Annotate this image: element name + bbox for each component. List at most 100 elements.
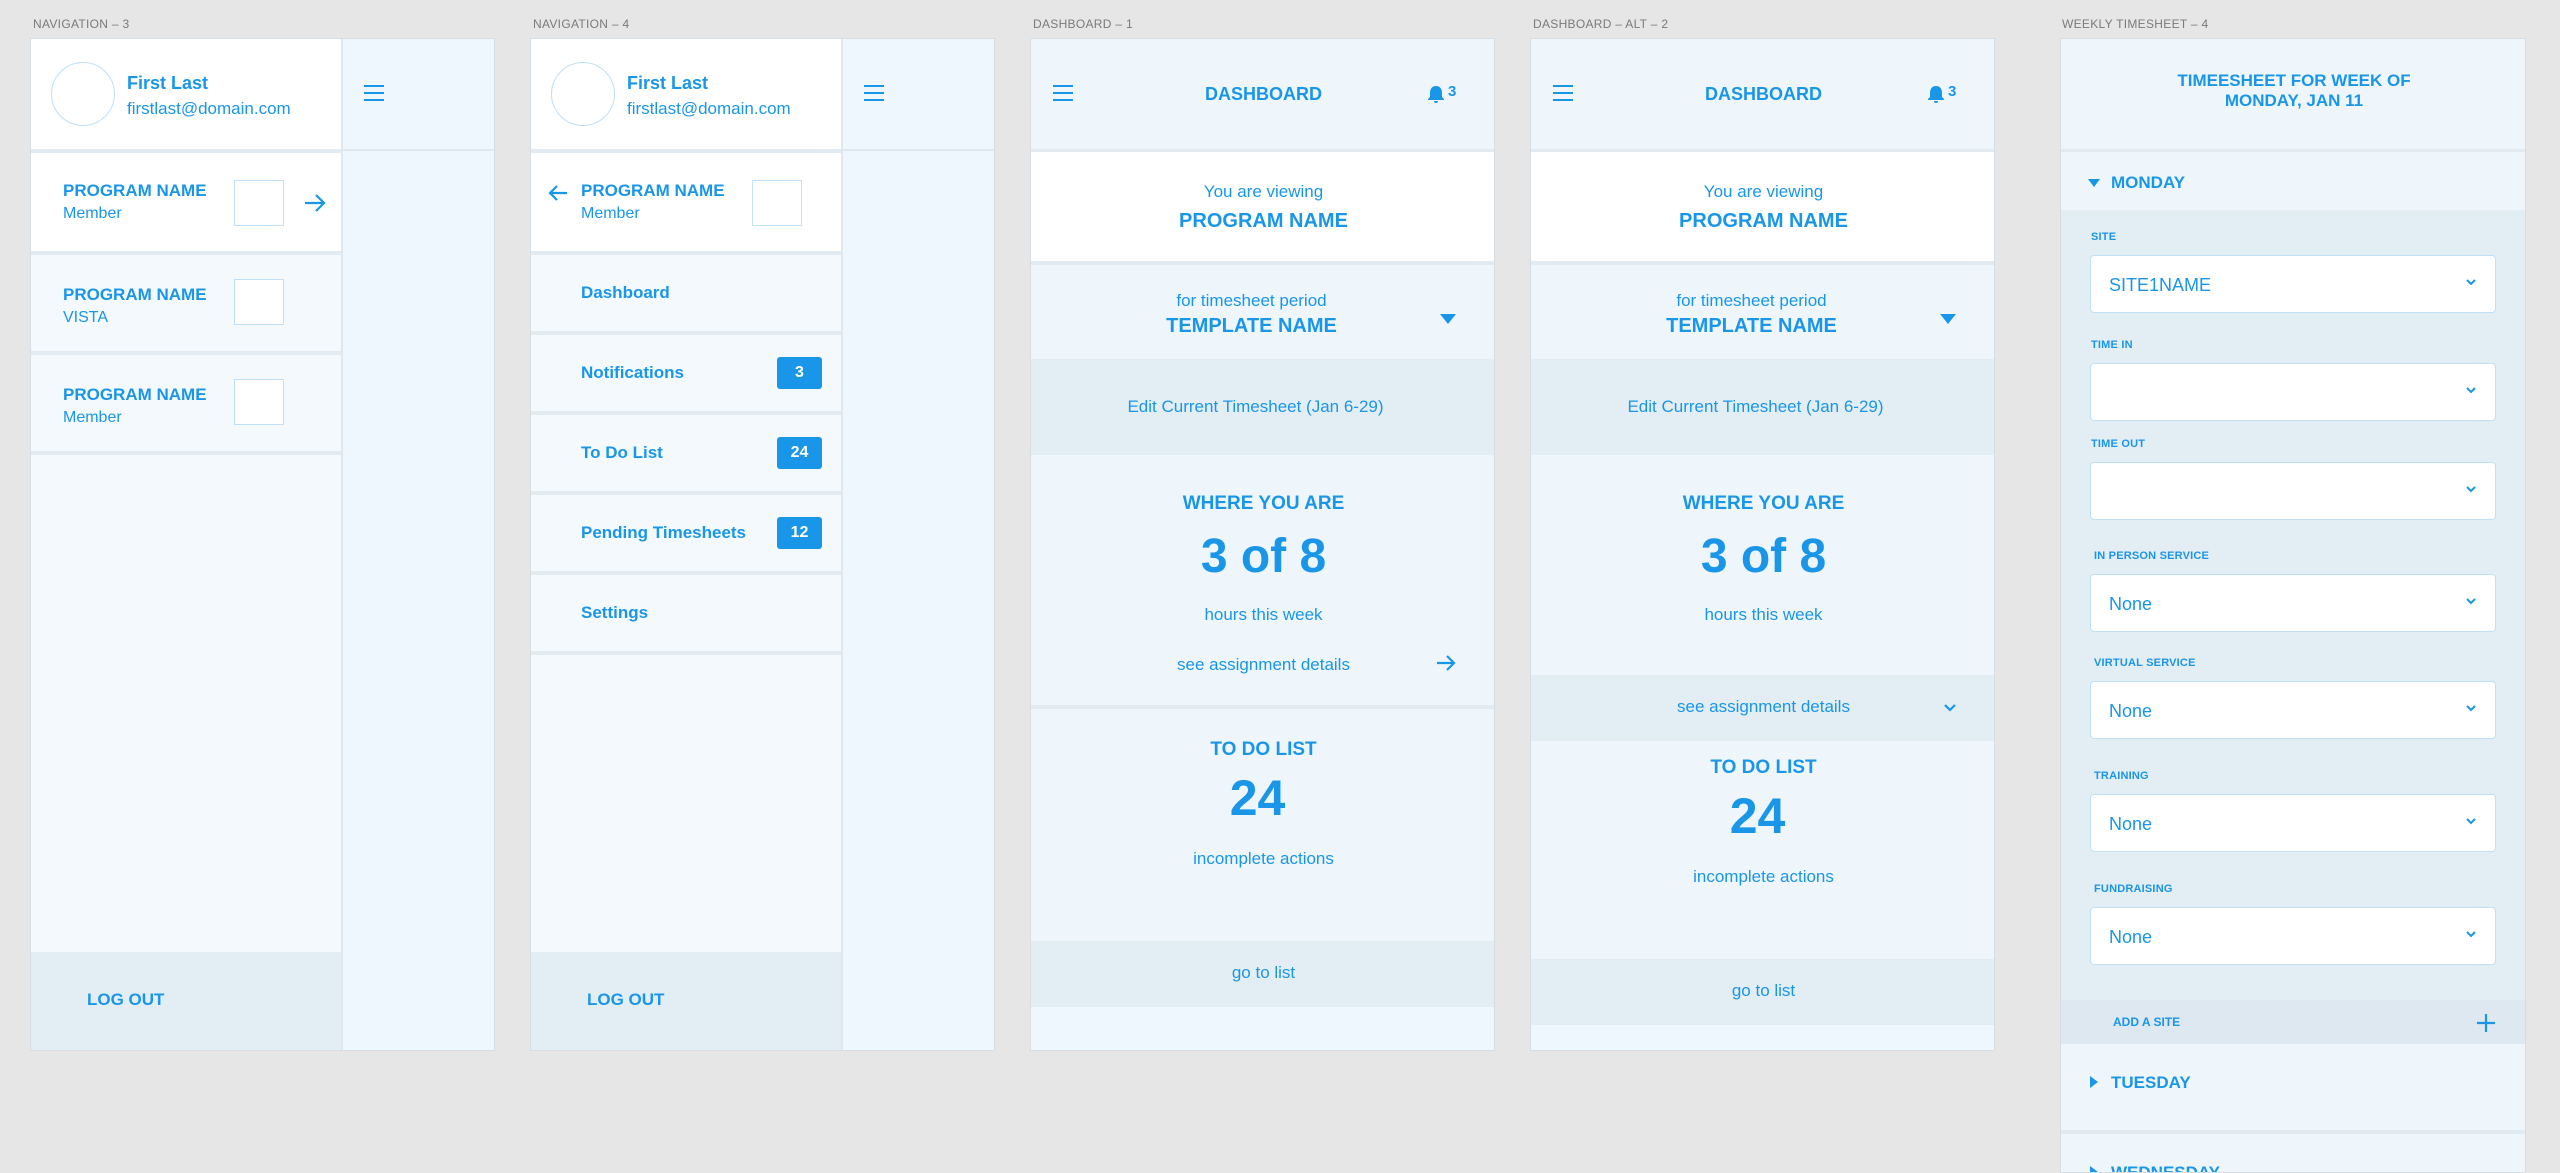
todo-count: 24 (1229, 770, 1286, 826)
program-logo (234, 279, 284, 325)
program-logo (234, 379, 284, 425)
todo-label: incomplete actions (1693, 867, 1834, 886)
weekly-timesheet-frame: TIMEESHEET FOR WEEK OF MONDAY, JAN 11 MO… (2060, 38, 2526, 1173)
where-you-are-card: WHERE YOU ARE 3 of 8 hours this week see… (1031, 455, 1494, 741)
hamburger-icon[interactable] (864, 85, 884, 101)
navigation-4-frame: First Last firstlast@domain.com PROGRAM … (530, 38, 995, 1051)
dashboard-alt-2-frame: DASHBOARD 3 You are viewing PROGRAM NAME… (1530, 38, 1995, 1051)
assignment-details-toggle[interactable]: see assignment details (1531, 675, 1994, 741)
logout-button[interactable]: LOG OUT (87, 990, 164, 1010)
chevron-down-icon (1944, 704, 1956, 712)
chevron-down-icon (2466, 387, 2476, 394)
add-site-row[interactable]: ADD A SITE (2061, 1000, 2525, 1044)
program-item[interactable]: PROGRAM NAME Member (31, 355, 341, 451)
program-role: Member (581, 205, 640, 222)
edit-timesheet-link[interactable]: Edit Current Timesheet (Jan 6-29) (1031, 397, 1488, 417)
field-label: TIME OUT (2091, 438, 2146, 450)
menu-item-pending-timesheets[interactable]: Pending Timesheets 12 (531, 495, 841, 571)
viewing-label: You are viewing (1703, 182, 1824, 201)
field-value: None (2109, 814, 2153, 834)
chevron-down-icon (2466, 818, 2476, 825)
arrow-left-icon[interactable] (547, 183, 569, 203)
in-person-service-select[interactable]: None (2090, 574, 2496, 632)
edit-timesheet-link[interactable]: Edit Current Timesheet (Jan 6-29) (1531, 397, 1988, 417)
artboard-label: NAVIGATION – 4 (533, 17, 630, 31)
menu-item-label: Notifications (581, 363, 684, 382)
go-to-list-row[interactable]: go to list (1531, 959, 1994, 1025)
plus-icon[interactable] (2475, 1012, 2497, 1034)
menu-item-dashboard[interactable]: Dashboard (531, 255, 841, 331)
hours-value: 3 of 8 (1200, 530, 1327, 583)
go-to-list-link[interactable]: go to list (1031, 963, 1494, 983)
logout-footer: LOG OUT (31, 952, 341, 1050)
assignment-details-link[interactable]: see assignment details (1031, 655, 1494, 675)
hours-label: hours this week (1704, 605, 1823, 624)
field-value: None (2109, 927, 2153, 947)
day-header-monday[interactable]: MONDAY (2061, 152, 2525, 210)
period-label: for timesheet period (1176, 291, 1327, 310)
notifications-button[interactable]: 3 (1426, 83, 1466, 105)
virtual-service-select[interactable]: None (2090, 681, 2496, 739)
logout-button[interactable]: LOG OUT (587, 990, 664, 1010)
day-header-wednesday[interactable]: WEDNESDAY (2061, 1134, 2525, 1173)
viewing-label: You are viewing (1203, 182, 1324, 201)
artboard-label: DASHBOARD – 1 (1033, 17, 1133, 31)
template-name: TEMPLATE NAME (1166, 315, 1337, 337)
section-title: TO DO LIST (1710, 757, 1817, 778)
chevron-down-icon (2466, 931, 2476, 938)
field-label: SITE (2091, 231, 2117, 243)
program-name: PROGRAM NAME (63, 285, 207, 304)
bell-icon (1928, 86, 1944, 103)
dashboard-1-frame: DASHBOARD 3 You are viewing PROGRAM NAME… (1030, 38, 1495, 1051)
todo-count: 24 (1729, 788, 1786, 844)
program-item[interactable]: PROGRAM NAME VISTA (31, 255, 341, 351)
day-label: TUESDAY (2111, 1073, 2191, 1092)
notifications-button[interactable]: 3 (1926, 83, 1966, 105)
caret-down-icon (1440, 314, 1456, 324)
add-site-label: ADD A SITE (2113, 1015, 2181, 1029)
program-role: VISTA (63, 309, 109, 326)
program-name: PROGRAM NAME (63, 181, 207, 200)
program-item[interactable]: PROGRAM NAME Member (31, 153, 341, 251)
notification-count: 3 (1948, 83, 1957, 100)
program-logo (234, 180, 284, 226)
period-selector[interactable]: for timesheet period TEMPLATE NAME (1031, 265, 1494, 359)
training-select[interactable]: None (2090, 794, 2496, 852)
menu-item-todo[interactable]: To Do List 24 (531, 415, 841, 491)
caret-down-icon (2088, 179, 2100, 187)
assignment-details-link[interactable]: see assignment details (1531, 697, 1994, 717)
user-header: First Last firstlast@domain.com (31, 39, 341, 149)
site-select[interactable]: SITE1NAME (2090, 255, 2496, 313)
go-to-list-link[interactable]: go to list (1531, 981, 1994, 1001)
user-email: firstlast@domain.com (627, 99, 791, 118)
menu-item-label: Pending Timesheets (581, 523, 747, 542)
edit-timesheet-row[interactable]: Edit Current Timesheet (Jan 6-29) (1031, 359, 1494, 455)
menu-item-label: Settings (581, 603, 649, 622)
day-header-tuesday[interactable]: TUESDAY (2061, 1044, 2525, 1130)
time-out-select[interactable] (2090, 462, 2496, 520)
go-to-list-row[interactable]: go to list (1031, 941, 1494, 1007)
time-in-select[interactable] (2090, 363, 2496, 421)
app-peek-panel (343, 39, 494, 1050)
menu-item-settings[interactable]: Settings (531, 575, 841, 651)
edit-timesheet-row[interactable]: Edit Current Timesheet (Jan 6-29) (1531, 359, 1994, 455)
period-selector[interactable]: for timesheet period TEMPLATE NAME (1531, 265, 1994, 359)
app-header: DASHBOARD 3 (1531, 39, 1994, 149)
avatar (51, 62, 115, 126)
menu-item-notifications[interactable]: Notifications 3 (531, 335, 841, 411)
hamburger-icon[interactable] (364, 85, 384, 101)
day-label: WEDNESDAY (2111, 1163, 2220, 1173)
arrow-right-icon[interactable] (1435, 653, 1457, 673)
caret-right-icon (2090, 1166, 2098, 1172)
program-name: PROGRAM NAME (1179, 210, 1348, 232)
fundraising-select[interactable]: None (2090, 907, 2496, 965)
day-label: MONDAY (2111, 173, 2185, 192)
program-role: Member (63, 409, 122, 426)
caret-right-icon (2090, 1076, 2098, 1088)
timesheet-title-line1: TIMEESHEET FOR WEEK OF (2177, 71, 2411, 90)
program-logo (752, 180, 802, 226)
menu-item-label: Dashboard (581, 283, 670, 302)
section-title: TO DO LIST (1210, 739, 1317, 760)
field-value: None (2109, 594, 2153, 614)
arrow-right-icon[interactable] (303, 192, 327, 214)
